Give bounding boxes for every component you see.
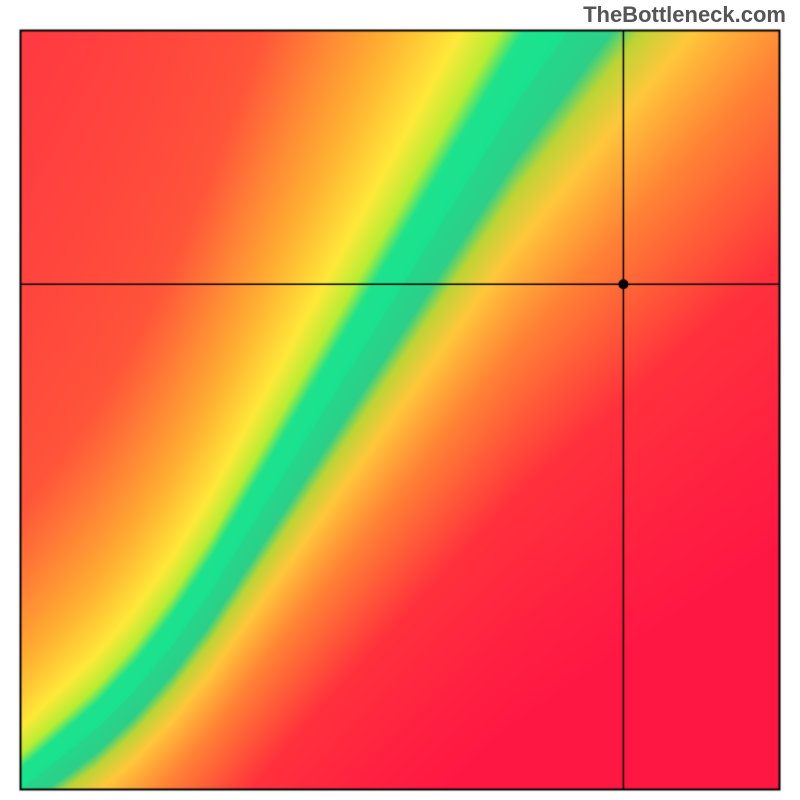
chart-container: TheBottleneck.com <box>0 0 800 800</box>
bottleneck-heatmap <box>0 0 800 800</box>
watermark-text: TheBottleneck.com <box>583 2 786 28</box>
